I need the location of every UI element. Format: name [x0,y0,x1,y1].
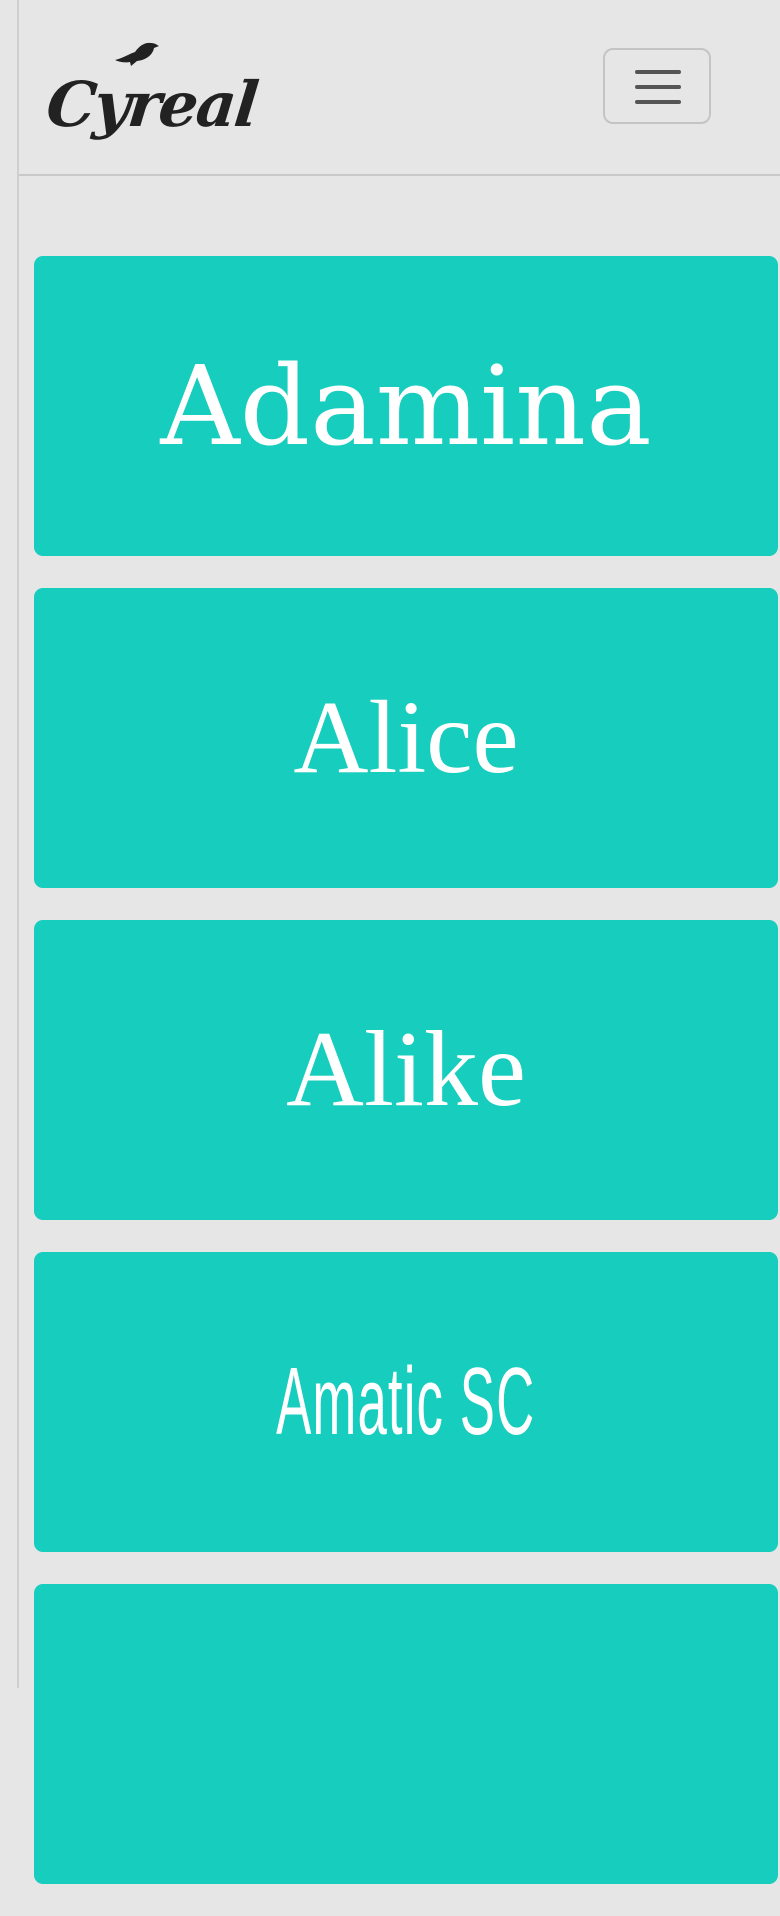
font-card-partial[interactable] [34,1584,778,1884]
logo-text: Cyreal [43,68,261,141]
font-card-amatic-sc[interactable]: Amatic SC [34,1252,778,1552]
menu-toggle-button[interactable] [603,48,711,124]
font-card-adamina[interactable]: Adamina [34,256,778,556]
page-left-border [17,0,19,1688]
font-card-label: Alice [293,680,519,795]
font-card-label: Amatic SC [276,1348,536,1455]
font-card-alike[interactable]: Alike [34,920,778,1220]
navbar: Cyreal [19,0,780,176]
font-card-list: Adamina Alice Alike Amatic SC [34,256,778,1916]
font-card-alice[interactable]: Alice [34,588,778,888]
font-card-label: Alike [286,1010,526,1129]
brand-logo[interactable]: Cyreal [43,36,260,141]
bird-icon [115,42,159,66]
font-card-label: Adamina [160,342,652,470]
